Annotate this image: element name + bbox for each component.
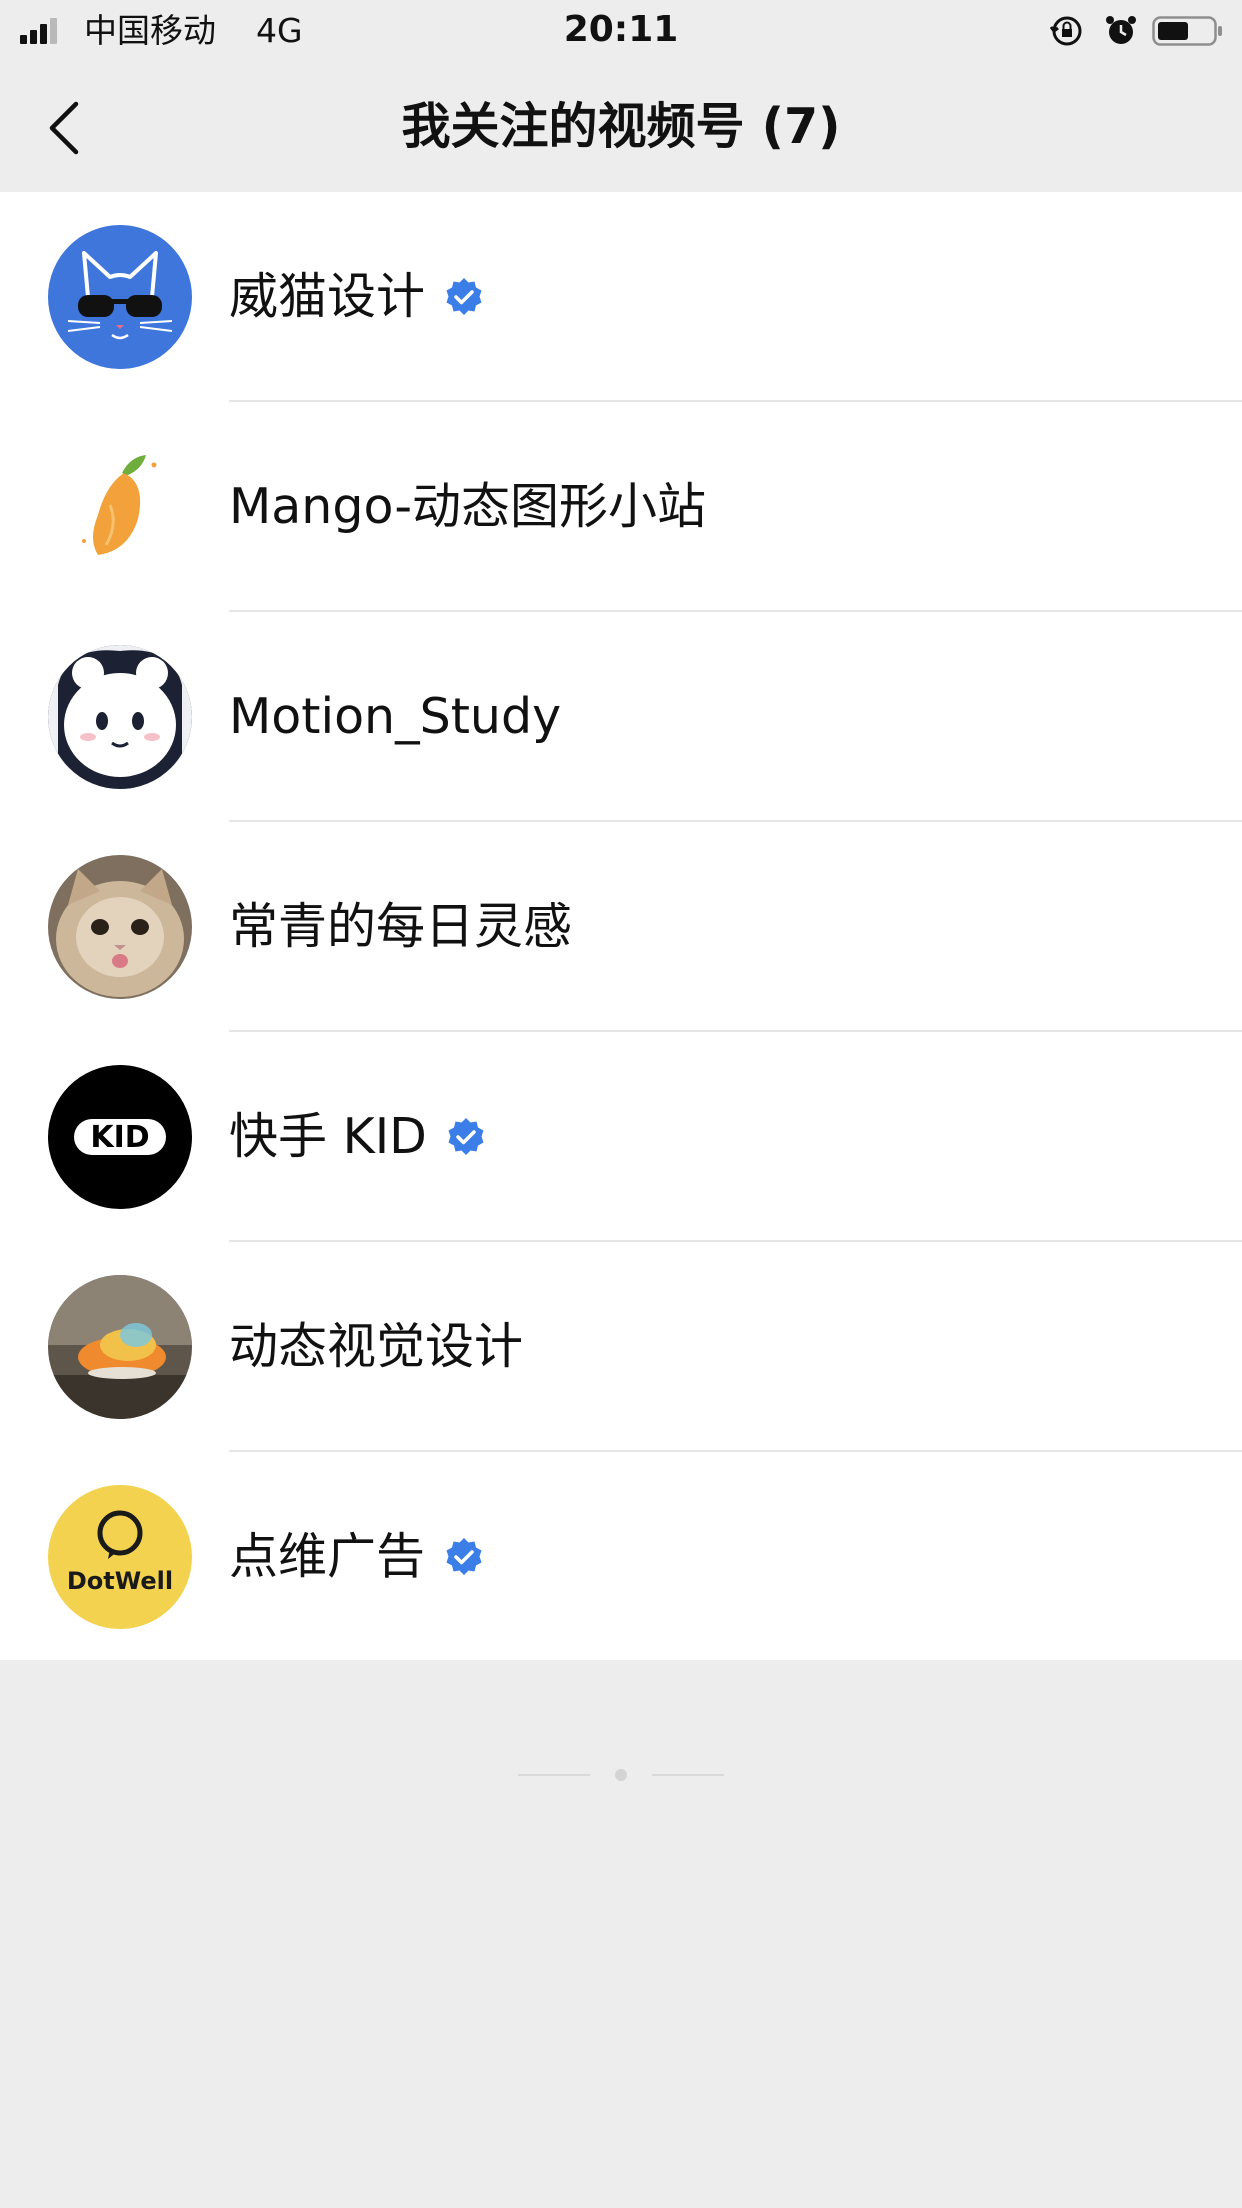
orientation-lock-icon	[1050, 16, 1082, 46]
kid-logo-text: KID	[90, 1120, 149, 1155]
cat-photo-avatar	[48, 855, 192, 999]
channel-name: 常青的每日灵感	[229, 898, 573, 955]
cat-sunglasses-avatar	[48, 225, 192, 369]
cartoon-avatar	[48, 645, 192, 789]
channel-name: 快手 KID	[229, 1108, 427, 1165]
status-bar: 中国移动 4G 20:11	[0, 0, 1242, 62]
list-item[interactable]: DotWell 点维广告	[0, 1452, 1242, 1662]
list-item[interactable]: Motion_Study	[0, 612, 1242, 822]
channel-name: 点维广告	[229, 1528, 426, 1585]
channel-list: 威猫设计 Mango-动态图形小站 Motion_Study 常青的每日灵感 K…	[0, 192, 1242, 1660]
page-title: 我关注的视频号 (7)	[401, 98, 841, 155]
mango-avatar	[48, 435, 192, 579]
list-item[interactable]: 威猫设计	[0, 192, 1242, 402]
list-item[interactable]: KID 快手 KID	[0, 1032, 1242, 1242]
verified-badge-icon	[446, 278, 482, 315]
dotwell-logo-text: DotWell	[67, 1567, 173, 1595]
battery-icon	[1152, 16, 1222, 46]
channel-name: Mango-动态图形小站	[229, 478, 707, 535]
channel-name: 动态视觉设计	[229, 1318, 524, 1375]
nav-bar: 我关注的视频号 (7)	[0, 62, 1242, 192]
list-item[interactable]: 常青的每日灵感	[0, 822, 1242, 1032]
kid-logo-avatar: KID	[48, 1065, 192, 1209]
verified-badge-icon	[448, 1118, 484, 1155]
shell-photo-avatar	[48, 1275, 192, 1419]
verified-badge-icon	[446, 1538, 482, 1575]
channel-name: 威猫设计	[229, 268, 426, 325]
channel-name: Motion_Study	[229, 688, 562, 745]
end-of-list-indicator	[518, 1768, 724, 1782]
list-item[interactable]: Mango-动态图形小站	[0, 402, 1242, 612]
alarm-icon	[1106, 16, 1136, 44]
dotwell-logo-avatar: DotWell	[48, 1485, 192, 1629]
list-item[interactable]: 动态视觉设计	[0, 1242, 1242, 1452]
